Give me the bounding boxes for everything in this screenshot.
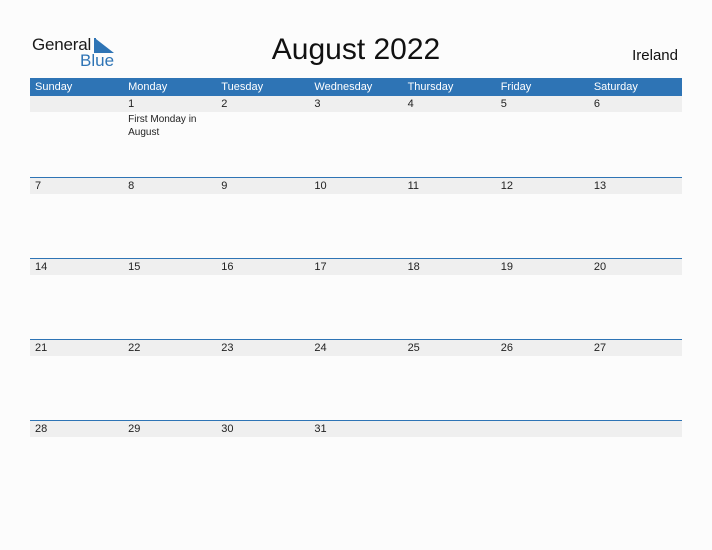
day-event <box>216 437 309 438</box>
day-number: 4 <box>407 98 414 110</box>
day-number: 30 <box>221 423 234 435</box>
day-number: 10 <box>314 180 327 192</box>
events-row <box>30 356 682 357</box>
day-event <box>496 437 589 438</box>
weekday-sunday: Sunday <box>35 81 73 93</box>
day-number: 27 <box>593 342 607 354</box>
day-event <box>30 112 123 139</box>
day-event <box>589 112 682 139</box>
day-event <box>309 112 402 139</box>
day-number-row: 7 8 9 10 11 12 13 <box>30 178 682 194</box>
day-event <box>216 112 309 139</box>
country-label: Ireland <box>632 47 678 64</box>
calendar-title: August 2022 <box>271 33 441 66</box>
events-row <box>30 437 682 438</box>
day-event <box>496 194 589 195</box>
day-number: 11 <box>407 180 419 192</box>
weekday-saturday: Saturday <box>593 81 638 93</box>
day-event <box>403 356 496 357</box>
day-number-row: 1 2 3 4 5 6 <box>30 96 682 112</box>
day-number: 19 <box>500 261 513 273</box>
weekday-monday: Monday <box>128 81 168 93</box>
day-number <box>30 96 123 112</box>
day-event <box>123 194 216 195</box>
events-row <box>30 275 682 276</box>
day-event <box>589 194 682 195</box>
day-event <box>309 194 402 195</box>
weekday-tuesday: Tuesday <box>221 81 264 93</box>
day-number-row: 28 29 30 31 <box>30 421 682 437</box>
day-number: 31 <box>314 423 327 435</box>
day-event <box>403 437 496 438</box>
day-event <box>216 356 309 357</box>
day-number: 21 <box>35 342 48 354</box>
weeks-container: 1 2 3 4 5 6 First Monday in August 7 8 9 10 11 12 13 1… <box>30 96 682 501</box>
day-number: 20 <box>593 261 607 273</box>
day-number: 6 <box>593 98 600 110</box>
events-row <box>30 194 682 195</box>
week-row: 14 15 16 17 18 19 20 <box>30 258 682 339</box>
day-number: 5 <box>500 98 507 110</box>
day-event <box>309 437 402 438</box>
day-number: 15 <box>128 261 141 273</box>
day-number: 24 <box>314 342 327 354</box>
weekday-thursday: Thursday <box>407 81 454 93</box>
day-event <box>403 275 496 276</box>
week-row: 1 2 3 4 5 6 First Monday in August <box>30 96 682 177</box>
day-event <box>123 356 216 357</box>
day-number: 29 <box>128 423 141 435</box>
day-event <box>496 275 589 276</box>
day-number: 3 <box>314 98 321 110</box>
day-event: First Monday in August <box>128 114 197 138</box>
day-event <box>309 275 402 276</box>
day-event <box>403 194 496 195</box>
day-number <box>403 421 496 437</box>
day-event <box>589 275 682 276</box>
day-number: 7 <box>35 180 42 192</box>
day-event <box>496 112 589 139</box>
day-event <box>403 112 496 139</box>
events-row: First Monday in August <box>30 112 682 139</box>
day-event <box>30 194 123 195</box>
day-number <box>496 421 589 437</box>
day-number: 14 <box>35 261 48 273</box>
day-number: 25 <box>407 342 420 354</box>
day-event <box>123 437 216 438</box>
day-number: 1 <box>128 98 135 110</box>
day-event <box>589 356 682 357</box>
day-number: 23 <box>221 342 234 354</box>
day-number <box>589 421 682 437</box>
calendar-grid: Sunday Monday Tuesday Wednesday Thursday… <box>30 78 682 501</box>
day-number: 8 <box>128 180 135 192</box>
day-event <box>30 356 123 357</box>
weekday-friday: Friday <box>500 81 532 93</box>
weekday-header: Sunday Monday Tuesday Wednesday Thursday… <box>30 78 682 96</box>
weekday-wednesday: Wednesday <box>314 81 373 93</box>
day-number: 22 <box>128 342 141 354</box>
day-number-row: 21 22 23 24 25 26 27 <box>30 340 682 356</box>
week-row: 7 8 9 10 11 12 13 <box>30 177 682 258</box>
day-event <box>30 437 123 438</box>
day-event <box>216 194 309 195</box>
week-row: 28 29 30 31 <box>30 420 682 501</box>
day-number-row: 14 15 16 17 18 19 20 <box>30 259 682 275</box>
day-event <box>216 275 309 276</box>
day-event <box>123 275 216 276</box>
day-number: 2 <box>221 98 228 110</box>
week-row: 21 22 23 24 25 26 27 <box>30 339 682 420</box>
day-number: 9 <box>221 180 228 192</box>
day-number: 18 <box>407 261 420 273</box>
day-number: 16 <box>221 261 234 273</box>
day-event <box>496 356 589 357</box>
day-number: 12 <box>500 180 513 192</box>
day-event <box>30 275 123 276</box>
day-event <box>309 356 402 357</box>
day-event <box>589 437 682 438</box>
day-number: 13 <box>593 180 607 192</box>
day-number: 17 <box>314 261 327 273</box>
day-number: 28 <box>35 423 48 435</box>
day-number: 26 <box>500 342 513 354</box>
